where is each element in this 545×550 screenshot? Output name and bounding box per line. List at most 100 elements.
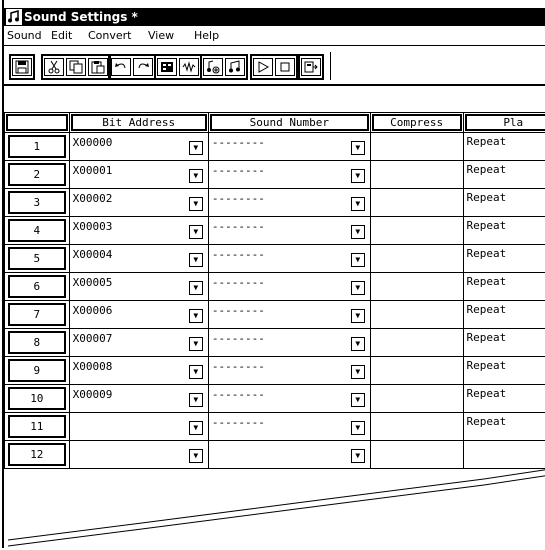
row-number-cell[interactable]: 9 xyxy=(4,356,70,385)
play-mode-cell[interactable]: Repeat xyxy=(462,412,545,441)
sound-number-cell[interactable]: -------- ▼ xyxy=(207,216,371,245)
row-number-cell[interactable]: 7 xyxy=(4,300,70,329)
compress-cell[interactable] xyxy=(369,216,464,245)
dropdown-arrow-icon[interactable]: ▼ xyxy=(350,337,365,351)
compress-cell[interactable] xyxy=(369,440,464,469)
menu-view[interactable]: View xyxy=(148,29,174,42)
dropdown-arrow-icon[interactable]: ▼ xyxy=(350,365,365,379)
row-number-cell[interactable]: 11 xyxy=(4,412,70,441)
dropdown-arrow-icon[interactable]: ▼ xyxy=(188,169,203,183)
sound-number-cell[interactable]: -------- ▼ xyxy=(207,356,371,385)
row-number-cell[interactable]: 10 xyxy=(4,384,70,413)
dropdown-arrow-icon[interactable]: ▼ xyxy=(350,225,365,239)
table-row[interactable]: 5 X00004 ▼ -------- ▼ Repeat xyxy=(4,244,545,273)
play-icon[interactable] xyxy=(253,58,273,76)
row-number-cell[interactable]: 3 xyxy=(4,188,70,217)
dropdown-arrow-icon[interactable]: ▼ xyxy=(350,281,365,295)
row-number-cell[interactable]: 5 xyxy=(4,244,70,273)
compress-cell[interactable] xyxy=(369,160,464,189)
bit-address-cell[interactable]: ▼ xyxy=(68,440,209,469)
row-number-cell[interactable]: 6 xyxy=(4,272,70,301)
compress-cell[interactable] xyxy=(369,300,464,329)
header-sound-number[interactable]: Sound Number xyxy=(207,112,371,133)
compress-cell[interactable] xyxy=(369,244,464,273)
cut-icon[interactable] xyxy=(44,58,64,76)
header-play[interactable]: Pla xyxy=(462,112,545,133)
sound-icon[interactable] xyxy=(225,58,245,76)
dropdown-arrow-icon[interactable]: ▼ xyxy=(350,141,365,155)
copy-icon[interactable] xyxy=(66,58,86,76)
play-mode-cell[interactable]: Repeat xyxy=(462,132,545,161)
dropdown-arrow-icon[interactable]: ▼ xyxy=(188,309,203,323)
table-row[interactable]: 6 X00005 ▼ -------- ▼ Repeat xyxy=(4,272,545,301)
row-number-cell[interactable]: 4 xyxy=(4,216,70,245)
menu-edit[interactable]: Edit xyxy=(51,29,72,42)
play-mode-cell[interactable]: Repeat xyxy=(462,160,545,189)
table-row[interactable]: 2 X00001 ▼ -------- ▼ Repeat xyxy=(4,160,545,189)
table-row[interactable]: 7 X00006 ▼ -------- ▼ Repeat xyxy=(4,300,545,329)
dropdown-arrow-icon[interactable]: ▼ xyxy=(350,197,365,211)
table-row[interactable]: 8 X00007 ▼ -------- ▼ Repeat xyxy=(4,328,545,357)
compress-cell[interactable] xyxy=(369,328,464,357)
table-row[interactable]: 9 X00008 ▼ -------- ▼ Repeat xyxy=(4,356,545,385)
sound-number-cell[interactable]: -------- ▼ xyxy=(207,272,371,301)
menu-sound[interactable]: Sound xyxy=(7,29,42,42)
sound-number-cell[interactable]: -------- ▼ xyxy=(207,132,371,161)
play-mode-cell[interactable]: Repeat xyxy=(462,328,545,357)
waveform-icon[interactable] xyxy=(179,58,199,76)
table-row[interactable]: 10 X00009 ▼ -------- ▼ Repeat xyxy=(4,384,545,413)
dropdown-arrow-icon[interactable]: ▼ xyxy=(188,225,203,239)
play-mode-cell[interactable]: Repeat xyxy=(462,188,545,217)
dropdown-arrow-icon[interactable]: ▼ xyxy=(188,281,203,295)
row-number-cell[interactable]: 2 xyxy=(4,160,70,189)
menu-convert[interactable]: Convert xyxy=(88,29,132,42)
compress-cell[interactable] xyxy=(369,272,464,301)
corner-header[interactable] xyxy=(4,112,70,133)
sound-app-icon[interactable] xyxy=(6,9,22,25)
dropdown-arrow-icon[interactable]: ▼ xyxy=(350,421,365,435)
stop-icon[interactable] xyxy=(275,58,295,76)
header-compress[interactable]: Compress xyxy=(369,112,464,133)
bit-address-cell[interactable]: X00005 ▼ xyxy=(68,272,209,301)
bit-address-cell[interactable]: X00000 ▼ xyxy=(68,132,209,161)
bit-address-cell[interactable]: X00004 ▼ xyxy=(68,244,209,273)
sound-number-cell[interactable]: -------- ▼ xyxy=(207,244,371,273)
sound-number-cell[interactable]: -------- ▼ xyxy=(207,188,371,217)
table-row[interactable]: 11 ▼ -------- ▼ Repeat xyxy=(4,412,545,441)
sound-number-cell[interactable]: ▼ xyxy=(207,440,371,469)
play-mode-cell[interactable]: Repeat xyxy=(462,356,545,385)
play-mode-cell[interactable]: Repeat xyxy=(462,244,545,273)
compress-cell[interactable] xyxy=(369,412,464,441)
table-row[interactable]: 4 X00003 ▼ -------- ▼ Repeat xyxy=(4,216,545,245)
dropdown-arrow-icon[interactable]: ▼ xyxy=(350,253,365,267)
row-number-cell[interactable]: 1 xyxy=(4,132,70,161)
sound-number-cell[interactable]: -------- ▼ xyxy=(207,384,371,413)
dropdown-arrow-icon[interactable]: ▼ xyxy=(188,365,203,379)
bit-address-cell[interactable]: ▼ xyxy=(68,412,209,441)
bit-address-cell[interactable]: X00006 ▼ xyxy=(68,300,209,329)
compress-cell[interactable] xyxy=(369,132,464,161)
play-mode-cell[interactable]: Repeat xyxy=(462,384,545,413)
play-mode-cell[interactable] xyxy=(462,440,545,469)
play-mode-cell[interactable]: Repeat xyxy=(462,216,545,245)
compress-cell[interactable] xyxy=(369,356,464,385)
export-icon[interactable] xyxy=(301,58,321,76)
paste-icon[interactable] xyxy=(88,58,108,76)
header-bit-address[interactable]: Bit Address xyxy=(68,112,209,133)
dropdown-arrow-icon[interactable]: ▼ xyxy=(350,169,365,183)
row-number-cell[interactable]: 8 xyxy=(4,328,70,357)
table-row[interactable]: 1 X00000 ▼ -------- ▼ Repeat xyxy=(4,132,545,161)
sound-number-cell[interactable]: -------- ▼ xyxy=(207,412,371,441)
dropdown-arrow-icon[interactable]: ▼ xyxy=(350,309,365,323)
bit-address-cell[interactable]: X00007 ▼ xyxy=(68,328,209,357)
compress-cell[interactable] xyxy=(369,188,464,217)
dropdown-arrow-icon[interactable]: ▼ xyxy=(188,393,203,407)
dropdown-arrow-icon[interactable]: ▼ xyxy=(188,253,203,267)
sound-number-cell[interactable]: -------- ▼ xyxy=(207,328,371,357)
save-icon[interactable] xyxy=(12,58,32,76)
sound-number-cell[interactable]: -------- ▼ xyxy=(207,160,371,189)
bit-address-cell[interactable]: X00008 ▼ xyxy=(68,356,209,385)
sound-number-cell[interactable]: -------- ▼ xyxy=(207,300,371,329)
dropdown-arrow-icon[interactable]: ▼ xyxy=(188,337,203,351)
menu-help[interactable]: Help xyxy=(194,29,219,42)
